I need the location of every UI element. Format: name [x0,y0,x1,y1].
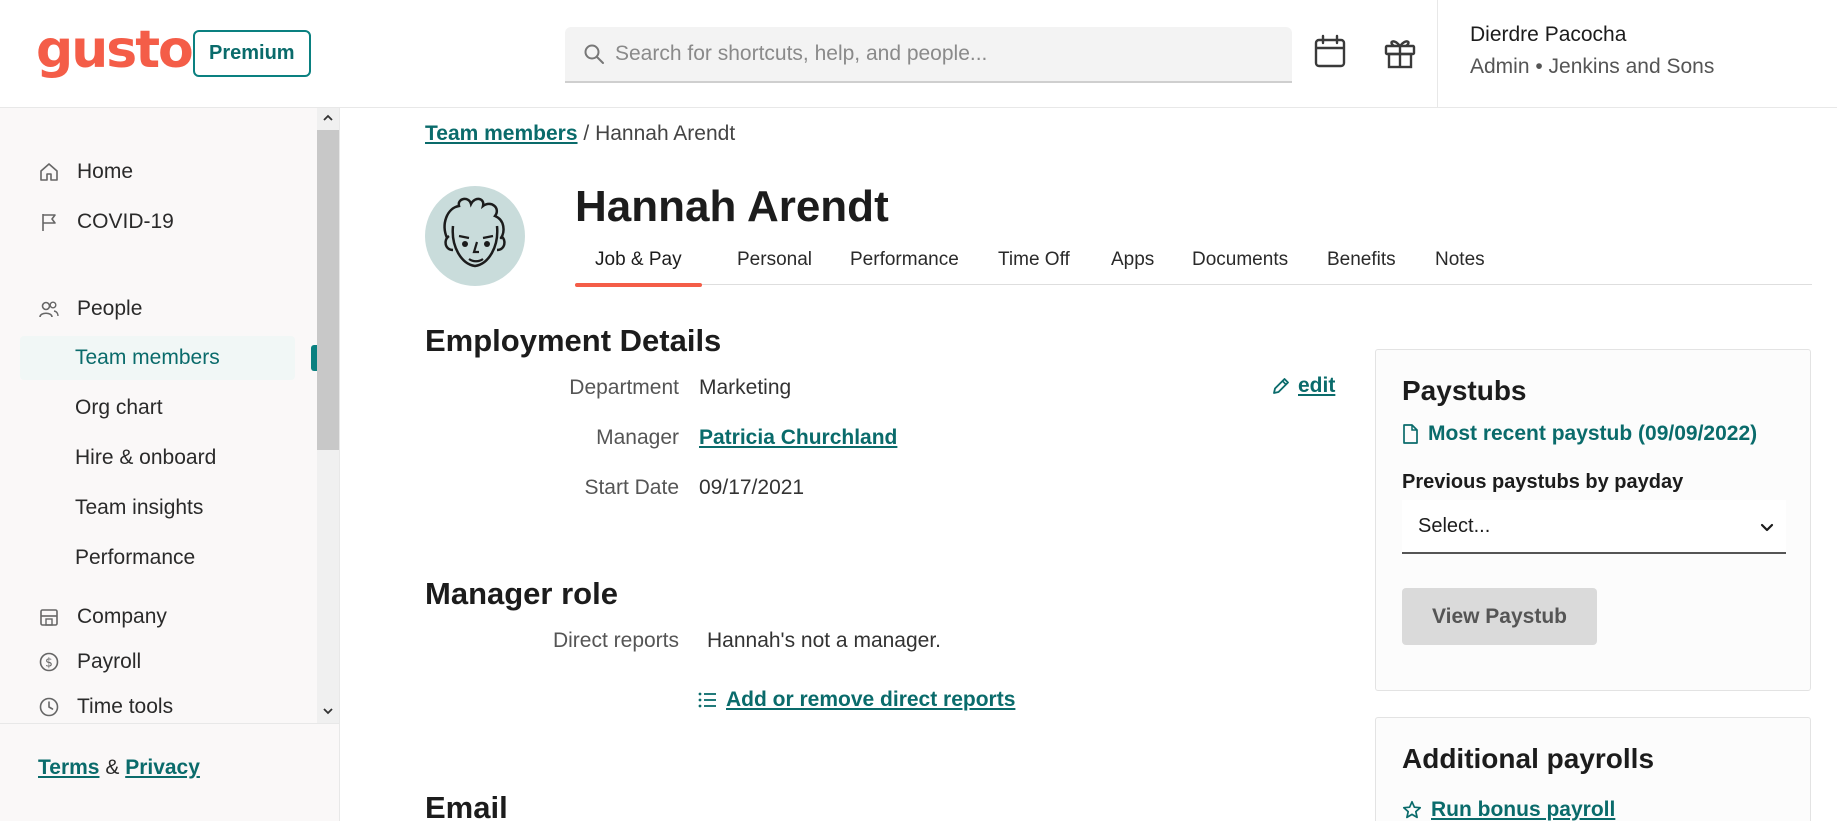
search-bar[interactable] [565,27,1292,83]
user-role: Admin • Jenkins and Sons [1470,55,1715,78]
sidebar-item-covid-19[interactable]: COVID-19 [20,200,295,244]
view-paystub-button[interactable]: View Paystub [1402,588,1597,645]
manager-role-heading: Manager role [425,576,618,611]
home-icon [40,163,58,181]
sidebar-item-label: Team members [75,346,220,369]
additional-payrolls-card: Additional payrolls Run bonus payroll [1375,717,1811,821]
manager-link[interactable]: Patricia Churchland [699,426,897,450]
premium-badge[interactable]: Premium [193,30,311,77]
sidebar-footer: Terms & Privacy [0,723,339,821]
sidebar-item-label: COVID-19 [77,210,174,233]
sidebar-item-people[interactable]: People [20,287,295,331]
breadcrumb-current: Hannah Arendt [595,122,736,145]
user-name[interactable]: Dierdre Pacocha [1470,23,1626,47]
payday-select[interactable]: Select... [1402,500,1786,554]
calendar-icon[interactable] [1312,34,1348,70]
pencil-icon [1273,378,1289,394]
tab-performance[interactable]: Performance [830,247,979,285]
sidebar: Home COVID-19 People Team members Org ch… [0,108,340,821]
department-value: Marketing [699,376,792,399]
tab-benefits[interactable]: Benefits [1307,247,1416,285]
breadcrumb-separator: / [583,122,590,145]
edit-link-label: edit [1298,374,1336,397]
terms-link[interactable]: Terms [38,756,99,779]
recent-paystub-label: Most recent paystub (09/09/2022) [1428,422,1758,445]
add-direct-reports-label: Add or remove direct reports [726,688,1016,711]
tab-notes[interactable]: Notes [1415,247,1505,285]
department-label: Department [569,376,679,399]
run-bonus-payroll-label: Run bonus payroll [1431,798,1616,821]
employment-details-heading: Employment Details [425,323,722,358]
privacy-link[interactable]: Privacy [125,756,200,779]
tab-time-off[interactable]: Time Off [978,247,1090,285]
sidebar-item-company[interactable]: Company [20,595,295,639]
tab-apps[interactable]: Apps [1091,247,1174,285]
sidebar-item-label: Hire & onboard [75,446,217,469]
previous-paystubs-label: Previous paystubs by payday [1402,471,1684,493]
sidebar-item-payroll[interactable]: $ Payroll [20,640,295,684]
sidebar-item-performance[interactable]: Performance [20,536,295,580]
search-icon [584,44,604,64]
start-date-value: 09/17/2021 [699,476,805,499]
avatar-illustration [443,197,506,268]
manager-label: Manager [596,426,679,449]
start-date-label: Start Date [584,476,679,499]
people-icon [39,301,59,318]
sidebar-item-hire-onboard[interactable]: Hire & onboard [20,436,295,480]
paystubs-heading: Paystubs [1402,375,1527,406]
sidebar-item-time-tools[interactable]: Time tools [20,685,295,723]
clock-icon [39,697,59,717]
legal-links: Terms & Privacy [38,756,200,780]
dollar-icon: $ [39,652,59,672]
svg-text:$: $ [45,656,53,670]
breadcrumb-team-members[interactable]: Team members [425,122,578,145]
run-bonus-payroll-link[interactable]: Run bonus payroll [1402,798,1615,821]
sidebar-nav: Home COVID-19 People Team members Org ch… [0,108,317,723]
tab-job-pay[interactable]: Job & Pay [575,247,702,287]
sidebar-item-label: Time tools [77,695,174,718]
sidebar-item-label: Team insights [75,496,204,519]
header-divider [1437,0,1438,108]
sidebar-item-label: Performance [75,546,196,569]
edit-employment-button[interactable]: edit [1271,374,1335,398]
sidebar-item-label: Org chart [75,396,163,419]
top-header: gusto Premium Dierdre Pacocha Admin • Je… [0,0,1837,108]
tab-personal[interactable]: Personal [717,247,832,285]
sidebar-item-home[interactable]: Home [20,150,295,194]
ampersand: & [105,756,120,779]
recent-paystub-link[interactable]: Most recent paystub (09/09/2022) [1402,422,1757,446]
list-icon [698,692,716,708]
paystubs-card: Paystubs Most recent paystub (09/09/2022… [1375,349,1811,691]
sidebar-item-label: People [77,297,143,320]
building-icon [40,609,58,626]
chevron-down-icon [1760,523,1774,532]
sidebar-item-label: Payroll [77,650,142,673]
flag-icon [42,214,56,231]
document-icon [1403,424,1418,444]
gift-icon[interactable] [1382,34,1418,70]
scrollbar-thumb[interactable] [317,130,339,450]
breadcrumb: Team members / Hannah Arendt [425,122,735,146]
page-title: Hannah Arendt [575,182,889,231]
star-icon [1402,800,1422,819]
gusto-logo[interactable]: gusto [36,20,194,80]
additional-payrolls-heading: Additional payrolls [1402,743,1655,774]
avatar [425,186,525,286]
sidebar-item-team-members[interactable]: Team members [20,336,295,380]
direct-reports-value: Hannah's not a manager. [707,629,942,652]
sidebar-item-label: Company [77,605,167,628]
chevron-up-icon[interactable] [322,112,334,124]
profile-tabs: Job & Pay Personal Performance Time Off … [575,247,1812,287]
email-heading: Email [425,790,508,821]
sidebar-item-team-insights[interactable]: Team insights [20,486,295,530]
tab-documents[interactable]: Documents [1172,247,1308,285]
add-direct-reports-link[interactable]: Add or remove direct reports [698,688,1015,712]
search-input[interactable] [615,27,1275,81]
sidebar-scrollbar[interactable] [317,108,339,723]
payday-select-value: Select... [1418,515,1491,537]
sidebar-item-org-chart[interactable]: Org chart [20,386,295,430]
chevron-down-icon[interactable] [322,705,334,717]
direct-reports-label: Direct reports [552,629,679,652]
sidebar-item-label: Home [77,160,134,183]
